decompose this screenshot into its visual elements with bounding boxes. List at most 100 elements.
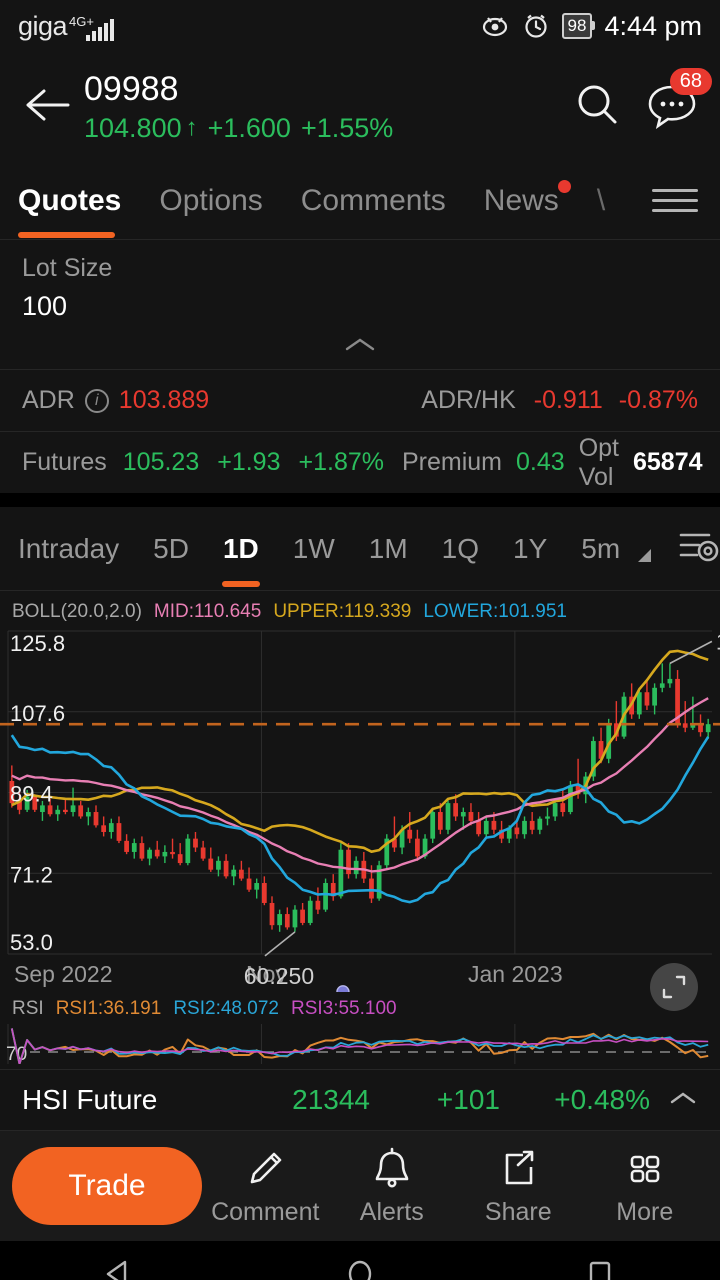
collapse-info-button[interactable] xyxy=(0,330,720,369)
more-button[interactable]: More xyxy=(582,1145,709,1227)
hsi-future-bar[interactable]: HSI Future 21344 +101 +0.48% xyxy=(0,1069,720,1131)
app-header: 09988 104.800 ↑ +1.600 +1.55% 68 xyxy=(0,52,720,162)
adr-info-icon[interactable]: i xyxy=(84,388,109,413)
price-change-percent: +1.55% xyxy=(300,112,394,143)
android-nav-bar xyxy=(0,1241,720,1280)
tab-comments-label: Comments xyxy=(300,183,446,217)
page-title: 09988 xyxy=(84,70,179,109)
svg-text:Sep 2022: Sep 2022 xyxy=(14,961,112,987)
timeframe-intraday[interactable]: Intraday xyxy=(18,533,119,565)
boll-lower-label: LOWER:101.951 xyxy=(423,601,567,622)
search-button[interactable] xyxy=(574,82,620,133)
rsi-chart[interactable]: 70 xyxy=(0,1022,720,1065)
status-bar: giga 4G+ 98 4:44 pm xyxy=(0,0,720,52)
rsi-label: RSI xyxy=(12,998,44,1019)
comment-button[interactable]: Comment xyxy=(202,1145,329,1227)
premium-label: Premium xyxy=(402,448,503,476)
chart-settings-icon xyxy=(679,533,719,562)
back-button[interactable] xyxy=(22,85,78,130)
tab-quotes[interactable]: Quotes xyxy=(18,183,122,238)
rsi1-label: RSI1:36.191 xyxy=(55,998,162,1019)
tab-news[interactable]: News xyxy=(483,179,571,218)
hsi-future-change: +101 xyxy=(436,1084,500,1115)
trade-button[interactable]: Trade xyxy=(12,1147,202,1225)
timeframe-1d[interactable]: 1D xyxy=(223,533,259,565)
nav-home-circle-icon[interactable] xyxy=(340,1254,380,1280)
timeframe-1q[interactable]: 1Q xyxy=(442,533,479,565)
bell-icon xyxy=(375,1147,409,1188)
boll-mid-label: MID:110.645 xyxy=(153,601,262,622)
lot-size-value: 100 xyxy=(22,291,68,321)
messages-button[interactable]: 68 xyxy=(646,67,712,134)
pencil-icon xyxy=(250,1152,282,1184)
share-button[interactable]: Share xyxy=(455,1145,582,1227)
tab-options-label: Options xyxy=(159,183,263,217)
hamburger-menu-icon[interactable] xyxy=(652,189,698,212)
lot-size-block: Lot Size 100 xyxy=(0,240,720,330)
timeframe-1y[interactable]: 1Y xyxy=(513,533,547,565)
svg-text:60.250: 60.250 xyxy=(244,963,314,989)
alerts-button[interactable]: Alerts xyxy=(329,1145,456,1227)
more-label: More xyxy=(616,1198,674,1226)
chart-panel[interactable]: BOLL(20.0,2.0) MID:110.645 UPPER:119.339… xyxy=(0,591,720,1069)
rsi3-label: RSI3:55.100 xyxy=(290,998,397,1019)
tab-options[interactable]: Options xyxy=(159,184,262,218)
chevron-down-icon[interactable] xyxy=(638,536,652,562)
adr-row: ADR i 103.889 ADR/HK -0.911 -0.87% xyxy=(0,369,720,431)
expand-chart-button[interactable] xyxy=(650,963,698,1011)
chart-settings-button[interactable] xyxy=(677,527,720,570)
svg-text:53.0: 53.0 xyxy=(10,930,53,955)
svg-text:Jan 2023: Jan 2023 xyxy=(468,961,563,987)
opt-vol-value: 65874 xyxy=(632,448,703,476)
section-divider xyxy=(0,493,720,507)
price-direction-arrow: ↑ xyxy=(185,114,198,142)
search-icon xyxy=(578,85,617,123)
svg-text:71.2: 71.2 xyxy=(10,862,53,887)
timeframe-1w[interactable]: 1W xyxy=(293,533,335,565)
futures-label: Futures xyxy=(22,448,107,476)
boll-indicator-legend: BOLL(20.0,2.0) MID:110.645 UPPER:119.339… xyxy=(0,591,720,627)
hsi-future-value: 21344 xyxy=(292,1084,370,1115)
fullscreen-icon xyxy=(662,975,686,999)
svg-text:89.4: 89.4 xyxy=(10,782,53,807)
opt-vol-label: Opt Vol xyxy=(578,433,619,491)
adr-value: 103.889 xyxy=(118,386,210,414)
candlestick-chart[interactable]: 125.8107.689.471.253.0Sep 2022 Nov Jan 202… xyxy=(0,627,720,992)
adrhk-label: ADR/HK xyxy=(421,386,516,414)
hsi-future-percent: +0.48% xyxy=(554,1084,650,1115)
timeframe-5d[interactable]: 5D xyxy=(153,533,189,565)
rsi2-label: RSI2:48.072 xyxy=(173,998,279,1019)
news-unread-dot xyxy=(557,179,571,193)
chevron-up-icon xyxy=(670,1092,696,1103)
main-tab-bar: Quotes Options Comments News \ xyxy=(0,162,720,240)
back-arrow-icon xyxy=(26,89,70,120)
carrier-label: giga xyxy=(18,10,68,41)
tab-overflow-partial[interactable]: \ xyxy=(597,184,605,218)
header-title-block: 09988 104.800 ↑ +1.600 +1.55% xyxy=(78,70,574,143)
comment-label: Comment xyxy=(211,1198,320,1226)
bottom-action-bar: Trade Comment Alerts Share More xyxy=(0,1131,720,1241)
timeframe-bar: Intraday 5D 1D 1W 1M 1Q 1Y 5m xyxy=(0,507,720,591)
futures-change: +1.93 xyxy=(217,448,281,476)
svg-text:107.6: 107.6 xyxy=(10,701,65,726)
adrhk-percent: -0.87% xyxy=(618,386,698,414)
share-icon xyxy=(505,1150,534,1185)
nav-recents-square-icon[interactable] xyxy=(580,1254,620,1280)
alarm-icon xyxy=(524,14,547,38)
signal-strength-icon xyxy=(85,18,114,41)
share-label: Share xyxy=(484,1198,552,1226)
status-bar-right: 98 4:44 pm xyxy=(480,11,702,42)
tab-news-label: News xyxy=(483,183,559,217)
timeframe-1m[interactable]: 1M xyxy=(369,533,408,565)
tab-comments[interactable]: Comments xyxy=(301,184,446,218)
nav-back-triangle-icon[interactable] xyxy=(100,1254,140,1280)
futures-value: 105.23 xyxy=(122,448,200,476)
alerts-label: Alerts xyxy=(359,1198,424,1226)
quote-info-panel: Lot Size 100 ADR i 103.889 ADR/HK -0.911… xyxy=(0,240,720,493)
clock-label: 4:44 pm xyxy=(604,10,702,41)
timeframe-5m[interactable]: 5m xyxy=(581,533,620,565)
hsi-collapse-button[interactable] xyxy=(668,1090,698,1111)
svg-text:125.8: 125.8 xyxy=(10,631,65,656)
adrhk-change: -0.911 xyxy=(533,386,603,414)
tab-quotes-label: Quotes xyxy=(18,183,122,217)
